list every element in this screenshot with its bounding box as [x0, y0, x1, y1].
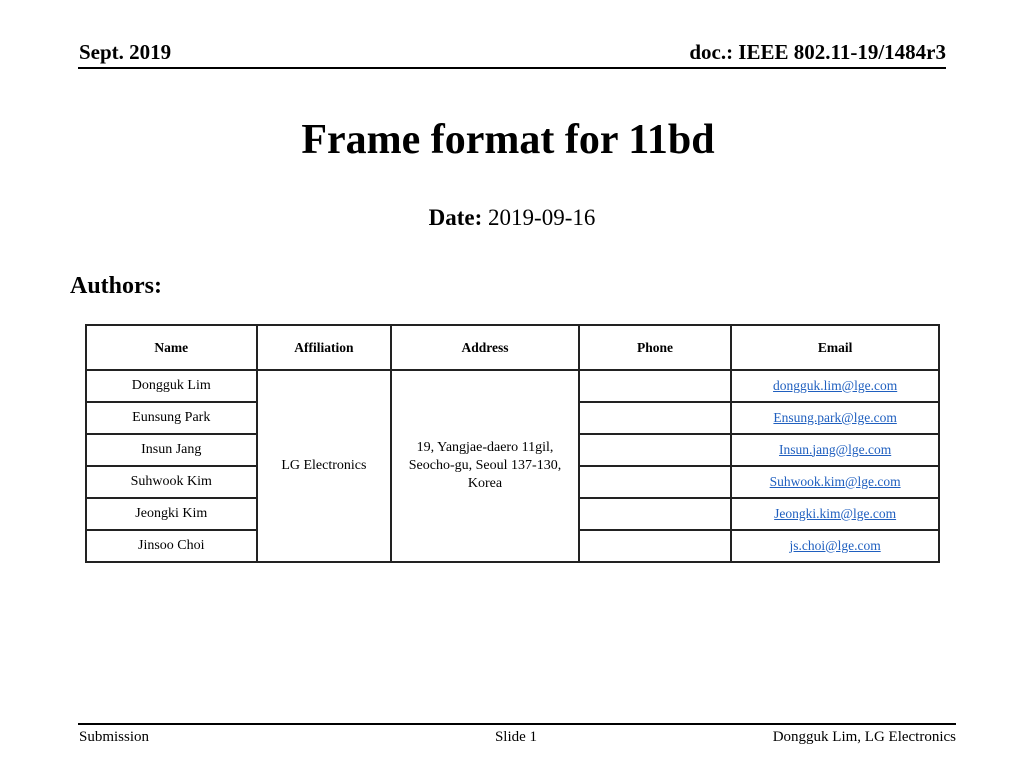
author-email-cell: Ensung.park@lge.com	[730, 401, 940, 435]
author-email-cell: dongguk.lim@lge.com	[730, 369, 940, 403]
author-phone	[577, 433, 733, 467]
author-phone	[577, 401, 733, 435]
email-link[interactable]: Ensung.park@lge.com	[773, 410, 896, 425]
author-name: Insun Jang	[85, 433, 258, 467]
author-email-cell: Jeongki.kim@lge.com	[730, 497, 940, 531]
author-name: Dongguk Lim	[85, 369, 258, 403]
column-header-email: Email	[730, 324, 940, 371]
email-link[interactable]: Jeongki.kim@lge.com	[774, 506, 896, 521]
email-link[interactable]: Insun.jang@lge.com	[779, 442, 891, 457]
author-name: Jinsoo Choi	[85, 529, 258, 563]
column-header-name: Name	[85, 324, 258, 371]
author-name: Eunsung Park	[85, 401, 258, 435]
footer-divider	[78, 723, 956, 725]
author-phone	[577, 497, 733, 531]
column-header-affiliation: Affiliation	[255, 324, 393, 371]
footer-author: Dongguk Lim, LG Electronics	[772, 729, 956, 745]
column-header-phone: Phone	[577, 324, 733, 371]
date-label: Date:	[428, 205, 483, 230]
author-name: Suhwook Kim	[85, 465, 258, 499]
table-row: Dongguk Lim LG Electronics 19, Yangjae-d…	[85, 369, 940, 563]
author-phone	[577, 465, 733, 499]
email-link[interactable]: js.choi@lge.com	[790, 538, 881, 553]
header-doc-id: doc.: IEEE 802.11-19/1484r3	[689, 40, 946, 64]
header-date: Sept. 2019	[79, 40, 172, 64]
email-link[interactable]: dongguk.lim@lge.com	[773, 378, 897, 393]
author-affiliation: LG Electronics	[255, 369, 393, 563]
author-phone	[577, 369, 733, 403]
authors-table: Name Affiliation Address Phone Email Don…	[85, 324, 940, 563]
author-email-cell: Suhwook.kim@lge.com	[730, 465, 940, 499]
email-link[interactable]: Suhwook.kim@lge.com	[770, 474, 901, 489]
date-value: 2019-09-16	[488, 205, 596, 230]
header-divider	[78, 67, 946, 69]
column-header-address: Address	[390, 324, 580, 371]
date-line: Date: 2019-09-16	[0, 205, 1024, 231]
slide-title: Frame format for 11bd	[301, 117, 715, 163]
author-phone	[577, 529, 733, 563]
table-header-row: Name Affiliation Address Phone Email	[85, 324, 940, 371]
author-address: 19, Yangjae-daero 11gil, Seocho-gu, Seou…	[390, 369, 580, 563]
author-email-cell: Insun.jang@lge.com	[730, 433, 940, 467]
author-name: Jeongki Kim	[85, 497, 258, 531]
authors-heading: Authors:	[70, 273, 163, 299]
author-email-cell: js.choi@lge.com	[730, 529, 940, 563]
